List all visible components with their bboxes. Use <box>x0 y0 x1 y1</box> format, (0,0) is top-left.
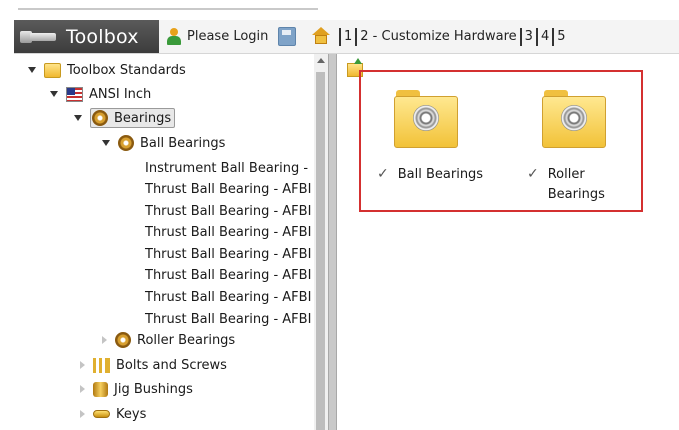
tree-item-label: Thrust Ball Bearing - AFBI <box>145 311 312 327</box>
bearing-icon <box>118 135 134 151</box>
collapse-arrow-icon[interactable] <box>80 361 85 369</box>
window-top-edge <box>0 0 679 10</box>
selected-item: Bearings <box>90 108 176 128</box>
toolbar: Toolbox Please Login 1 2 - Customize Har… <box>14 20 679 54</box>
pane-splitter[interactable] <box>328 54 337 430</box>
tree-item-label: Bearings <box>114 110 172 126</box>
tree-item-label: Ball Bearings <box>140 135 226 151</box>
step-separator <box>519 27 522 46</box>
tree-item-keys[interactable]: Keys <box>80 404 146 424</box>
step-separator <box>535 27 538 46</box>
checkmark-icon[interactable]: ✓ <box>527 165 539 183</box>
tree-item-label: Toolbox Standards <box>67 62 186 78</box>
expand-arrow-icon[interactable] <box>102 140 110 146</box>
tree-item-label: Instrument Ball Bearing - <box>145 160 309 176</box>
tree-leaf-item[interactable]: Thrust Ball Bearing - AFBI <box>145 222 311 242</box>
expand-arrow-icon[interactable] <box>74 115 82 121</box>
checkmark-icon[interactable]: ✓ <box>377 165 389 183</box>
tree-item-label: Keys <box>116 406 147 422</box>
tree-item-label: ANSI Inch <box>89 86 152 102</box>
toolbox-header: Toolbox <box>14 20 159 53</box>
step-4[interactable]: 4 <box>541 29 549 44</box>
tree-leaf-item[interactable]: Thrust Ball Bearing - AFBI <box>145 201 311 221</box>
tree-item-label: Thrust Ball Bearing - AFBI <box>145 181 312 197</box>
tree-leaf-item[interactable]: Thrust Ball Bearing - AFBI <box>145 179 311 199</box>
login-button[interactable]: Please Login <box>166 20 268 53</box>
ball-bearings-folder-icon[interactable] <box>394 90 458 148</box>
tree-item-label: Thrust Ball Bearing - AFBI <box>145 289 312 305</box>
tree-scrollbar[interactable] <box>314 54 328 430</box>
step-3[interactable]: 3 <box>525 29 533 44</box>
tree-leaf-item[interactable]: Thrust Ball Bearing - AFBI <box>145 309 311 329</box>
bearing-icon <box>92 110 108 126</box>
user-icon <box>166 27 182 46</box>
collapse-arrow-icon[interactable] <box>102 336 107 344</box>
folder-label: Roller Bearings <box>547 167 605 202</box>
key-icon <box>93 410 110 418</box>
step-2[interactable]: 2 - Customize Hardware <box>360 29 516 44</box>
tree-item-label: Thrust Ball Bearing - AFBI <box>145 246 312 262</box>
tree-item-ball-bearings[interactable]: Ball Bearings <box>102 133 225 153</box>
home-icon[interactable] <box>312 27 330 45</box>
folder-label: Ball Bearings <box>397 167 484 182</box>
roller-bearings-folder-item[interactable]: ✓ Roller Bearings <box>527 165 608 205</box>
login-label: Please Login <box>187 29 269 44</box>
bushing-icon <box>93 381 108 397</box>
tree-item-bolts-and-screws[interactable]: Bolts and Screws <box>80 355 227 375</box>
step-separator <box>552 27 555 46</box>
wizard-steps: 1 2 - Customize Hardware 3 4 5 <box>336 20 566 53</box>
step-separator <box>339 27 341 46</box>
tree-leaf-item[interactable]: Thrust Ball Bearing - AFBI <box>145 265 311 285</box>
scroll-thumb[interactable] <box>316 72 325 430</box>
tree-leaf-item[interactable]: Instrument Ball Bearing - <box>145 158 308 178</box>
tree-item-label: Thrust Ball Bearing - AFBI <box>145 224 312 240</box>
tree-item-jig-bushings[interactable]: Jig Bushings <box>80 379 193 399</box>
scroll-up-icon[interactable] <box>317 58 325 63</box>
app-title: Toolbox <box>66 25 139 48</box>
flag-icon <box>66 86 83 102</box>
bolts-icon <box>93 357 110 373</box>
tree-item-label: Thrust Ball Bearing - AFBI <box>145 267 312 283</box>
tree-item-ansi-inch[interactable]: ANSI Inch <box>50 84 151 104</box>
expand-arrow-icon[interactable] <box>28 67 36 73</box>
tree-item-bearings[interactable]: Bearings <box>74 108 176 128</box>
step-1[interactable]: 1 <box>344 29 352 44</box>
tree-item-label: Roller Bearings <box>137 332 236 348</box>
collapse-arrow-icon[interactable] <box>80 410 85 418</box>
tree-item-label: Thrust Ball Bearing - AFBI <box>145 203 312 219</box>
ball-bearings-folder-item[interactable]: ✓ Ball Bearings <box>377 165 483 185</box>
collapse-arrow-icon[interactable] <box>80 385 85 393</box>
folder-icon <box>44 62 61 78</box>
step-separator <box>355 27 358 46</box>
tree-item-label: Jig Bushings <box>114 381 193 397</box>
content-pane: ✓ Ball Bearings ✓ Roller Bearings <box>337 54 679 430</box>
tree-item-roller-bearings[interactable]: Roller Bearings <box>102 330 235 350</box>
tree-pane: Toolbox Standards ANSI Inch Bearings Bal… <box>14 54 314 430</box>
step-5[interactable]: 5 <box>557 29 565 44</box>
toolbox-logo-icon <box>20 29 58 45</box>
tree-leaf-item[interactable]: Thrust Ball Bearing - AFBI <box>145 244 311 264</box>
bearing-icon <box>115 332 131 348</box>
roller-bearings-folder-icon[interactable] <box>542 90 606 148</box>
tree-leaf-item[interactable]: Thrust Ball Bearing - AFBI <box>145 287 311 307</box>
tree-item-label: Bolts and Screws <box>116 357 227 373</box>
expand-arrow-icon[interactable] <box>50 91 58 97</box>
save-icon[interactable] <box>278 27 296 46</box>
tree-item-toolbox-standards[interactable]: Toolbox Standards <box>28 60 186 80</box>
